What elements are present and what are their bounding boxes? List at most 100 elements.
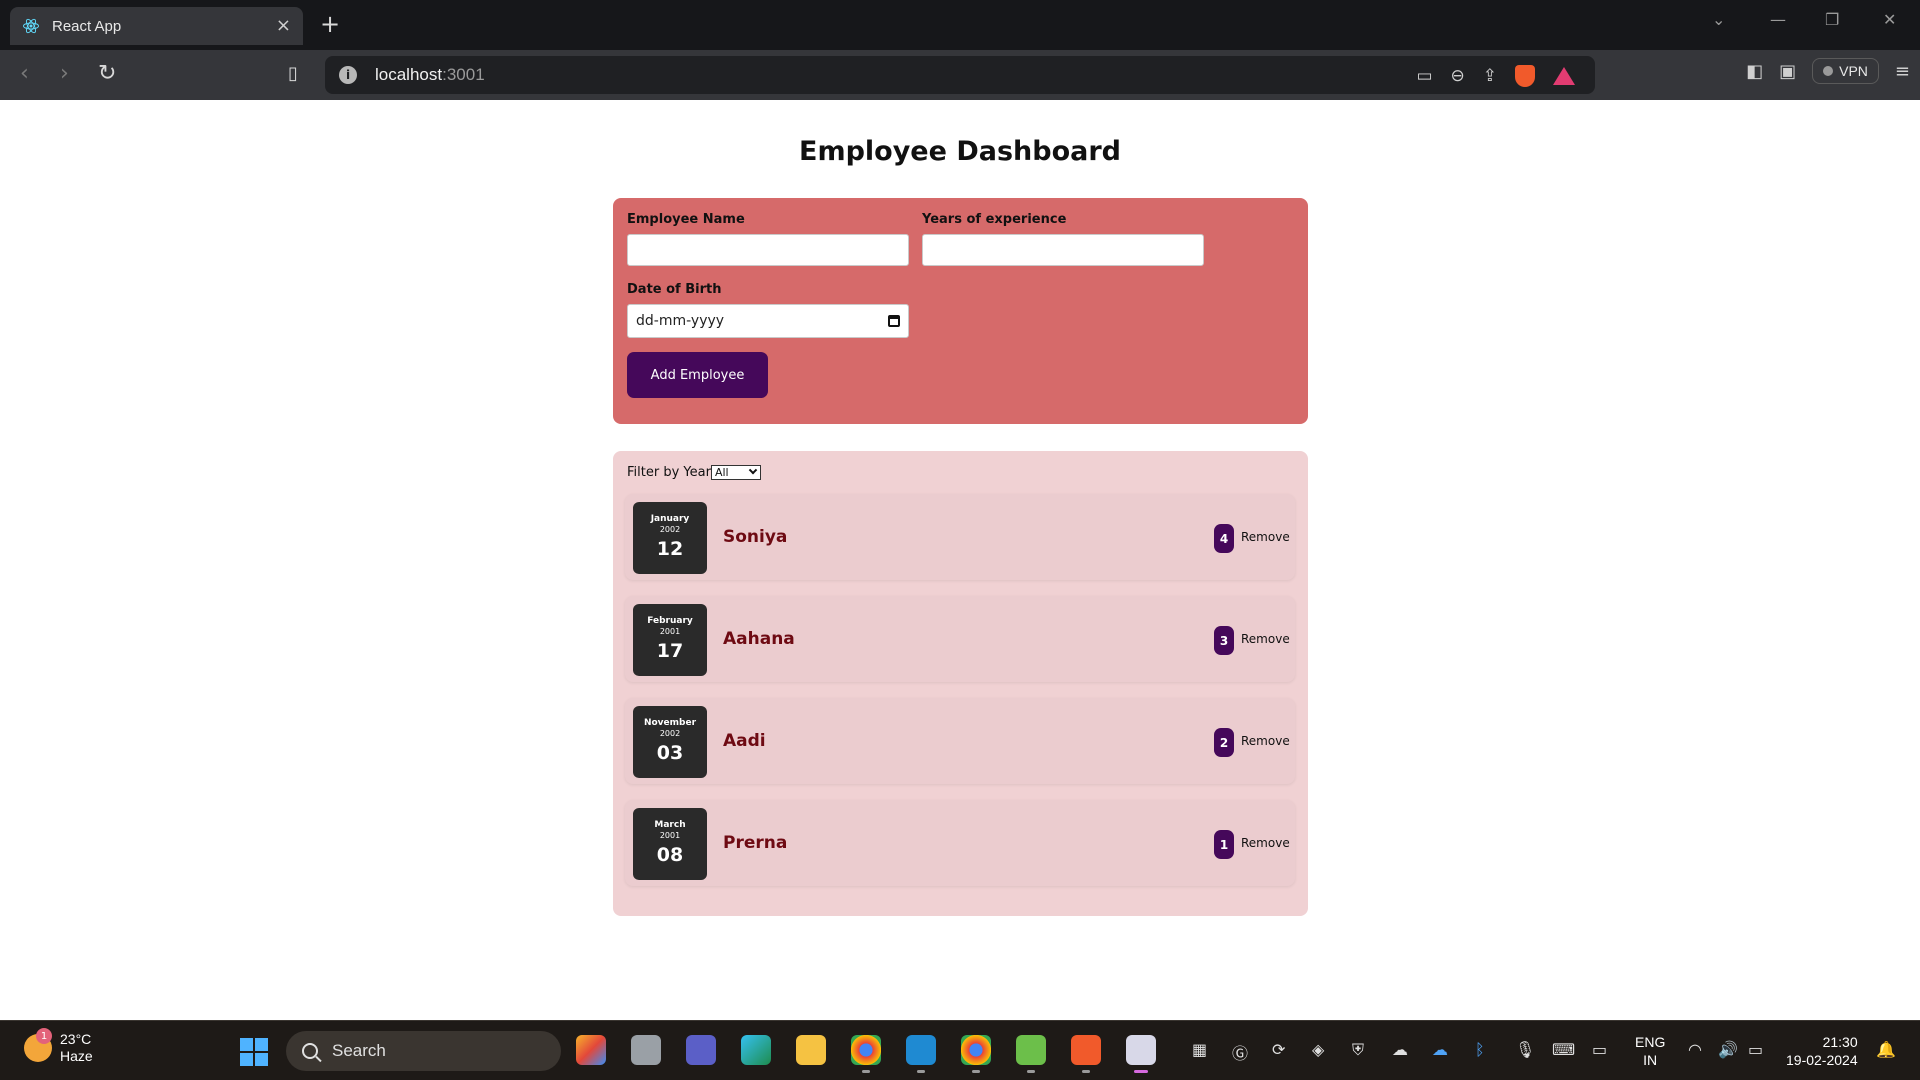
notepad-plus-icon[interactable]	[1016, 1035, 1046, 1073]
task-view-icon[interactable]	[631, 1035, 661, 1065]
remove-button[interactable]: Remove	[1241, 530, 1290, 544]
restore-icon[interactable]: ❐	[1825, 10, 1839, 29]
browser-toolbar: ‹ › ↻ ▯ i localhost :3001 ▭ ⊖ ⇪ ◧ ▣ VPN …	[0, 50, 1920, 100]
dob-calendar-box: March 2001 08	[633, 808, 707, 880]
wifi-icon[interactable]: ◠	[1688, 1040, 1702, 1059]
dob-month: November	[643, 718, 697, 728]
keyboard-icon[interactable]: ⌨	[1552, 1040, 1575, 1059]
zoom-icon[interactable]: ⊖	[1451, 66, 1465, 86]
language-indicator[interactable]: ENG IN	[1635, 1033, 1665, 1069]
bookmark-icon[interactable]: ▯	[288, 62, 298, 86]
dob-month: February	[647, 616, 693, 626]
employee-name: Prerna	[723, 833, 788, 853]
weather-badge: 1	[36, 1028, 52, 1044]
remove-button[interactable]: Remove	[1241, 836, 1290, 850]
copilot-app-icon[interactable]	[576, 1035, 606, 1065]
share-icon[interactable]: ⇪	[1483, 66, 1497, 86]
remove-button[interactable]: Remove	[1241, 632, 1290, 646]
vpn-button[interactable]: VPN	[1812, 58, 1879, 84]
edge-browser-icon[interactable]	[741, 1035, 771, 1065]
wallet-icon[interactable]: ▣	[1779, 61, 1796, 82]
volume-icon[interactable]: 🔊	[1718, 1040, 1738, 1059]
tab-close-icon[interactable]: ×	[276, 17, 291, 35]
experience-badge: 4	[1214, 524, 1234, 553]
lang-region: IN	[1643, 1052, 1658, 1068]
dob-year: 2001	[659, 831, 681, 840]
tab-search-icon[interactable]: ⌄	[1712, 10, 1725, 29]
url-host: localhost	[375, 65, 443, 84]
minimize-icon[interactable]: —	[1770, 10, 1786, 29]
dob-year: 2001	[659, 627, 681, 636]
dob-day: 12	[656, 538, 684, 560]
calendar-icon[interactable]	[888, 315, 900, 327]
grammarly-icon[interactable]: Ⓖ	[1232, 1040, 1248, 1064]
filter-selected-value: All	[714, 466, 729, 479]
address-bar[interactable]: i localhost :3001 ▭ ⊖ ⇪	[325, 56, 1595, 94]
brave-browser-icon[interactable]	[1071, 1035, 1101, 1073]
cast-icon[interactable]: ▭	[1416, 66, 1432, 86]
browser-tab[interactable]: React App ×	[10, 7, 303, 45]
dob-year: 2002	[659, 729, 681, 738]
file-explorer-icon[interactable]	[796, 1035, 826, 1065]
back-icon[interactable]: ‹	[20, 62, 29, 86]
new-tab-icon[interactable]: +	[320, 12, 340, 36]
experience-badge: 2	[1214, 728, 1234, 757]
year-filter: Filter by Year All	[627, 465, 761, 480]
teams-tray-icon[interactable]: ▦	[1192, 1040, 1207, 1059]
bluetooth-icon[interactable]: ᛒ	[1475, 1040, 1485, 1059]
vscode-icon[interactable]	[906, 1035, 936, 1073]
menu-icon[interactable]: ≡	[1895, 61, 1910, 82]
taskbar-search[interactable]: Search	[286, 1031, 561, 1071]
taskbar-search-label: Search	[332, 1041, 386, 1060]
brave-shields-icon[interactable]	[1515, 65, 1535, 87]
forward-icon[interactable]: ›	[60, 62, 69, 86]
employee-name-input[interactable]	[627, 234, 909, 266]
reload-icon[interactable]: ↻	[98, 62, 116, 86]
employee-name: Aahana	[723, 629, 795, 649]
dob-calendar-box: January 2002 12	[633, 502, 707, 574]
dob-label: Date of Birth	[627, 282, 722, 297]
defender-icon[interactable]: ⛨	[1352, 1040, 1364, 1060]
window-close-icon[interactable]: ✕	[1883, 10, 1896, 29]
display-icon[interactable]: ▭	[1592, 1040, 1607, 1059]
windows-start-icon[interactable]	[240, 1038, 268, 1066]
onedrive-business-icon[interactable]: ☁	[1432, 1040, 1448, 1059]
brave-rewards-icon[interactable]	[1553, 67, 1575, 85]
employee-form: Employee Name Years of experience Date o…	[613, 198, 1308, 424]
year-filter-select[interactable]: All	[710, 465, 761, 480]
system-clock[interactable]: 21:30 19-02-2024	[1786, 1033, 1858, 1069]
filter-label: Filter by Year	[627, 465, 711, 480]
dob-year: 2002	[659, 525, 681, 534]
tab-title: React App	[52, 17, 122, 35]
teams-chat-icon[interactable]	[686, 1035, 716, 1065]
chrome-profile-icon[interactable]	[961, 1035, 991, 1073]
dob-day: 03	[656, 742, 684, 764]
weather-sun-icon: 1	[24, 1028, 52, 1062]
notification-bell-icon[interactable]: 🔔	[1876, 1040, 1896, 1059]
dob-month: January	[650, 514, 690, 524]
sync-icon[interactable]: ⟳	[1272, 1040, 1285, 1059]
onedrive-personal-icon[interactable]: ☁	[1392, 1040, 1408, 1059]
snipping-tool-icon[interactable]	[1126, 1035, 1156, 1073]
weather-widget[interactable]: 1 23°C Haze	[24, 1028, 93, 1065]
search-icon	[302, 1043, 318, 1059]
browser-right-tools: ◧ ▣ VPN ≡	[1746, 58, 1910, 84]
add-employee-button[interactable]: Add Employee	[627, 352, 768, 398]
vpn-label: VPN	[1839, 63, 1868, 79]
norton-icon[interactable]: ◈	[1312, 1040, 1324, 1059]
remove-button[interactable]: Remove	[1241, 734, 1290, 748]
dob-input[interactable]: dd-mm-yyyy	[627, 304, 909, 338]
react-icon	[23, 18, 39, 34]
site-info-icon[interactable]: i	[339, 66, 357, 84]
dob-placeholder: dd-mm-yyyy	[636, 313, 725, 329]
sidebar-icon[interactable]: ◧	[1746, 61, 1763, 82]
battery-icon[interactable]: ▭	[1748, 1040, 1763, 1059]
vpn-status-icon	[1823, 66, 1834, 76]
employee-row: March 2001 08 Prerna 1 Remove	[625, 800, 1295, 886]
weather-desc: Haze	[60, 1048, 93, 1064]
taskbar: 1 23°C Haze Search ▦ Ⓖ ⟳ ◈ ⛨ ☁ ☁ ᛒ 🎙 ⌨ ▭…	[0, 1020, 1920, 1080]
experience-input[interactable]	[922, 234, 1204, 266]
employee-row: February 2001 17 Aahana 3 Remove	[625, 596, 1295, 682]
chrome-icon[interactable]	[851, 1035, 881, 1073]
microphone-icon[interactable]: 🎙	[1515, 1040, 1535, 1059]
